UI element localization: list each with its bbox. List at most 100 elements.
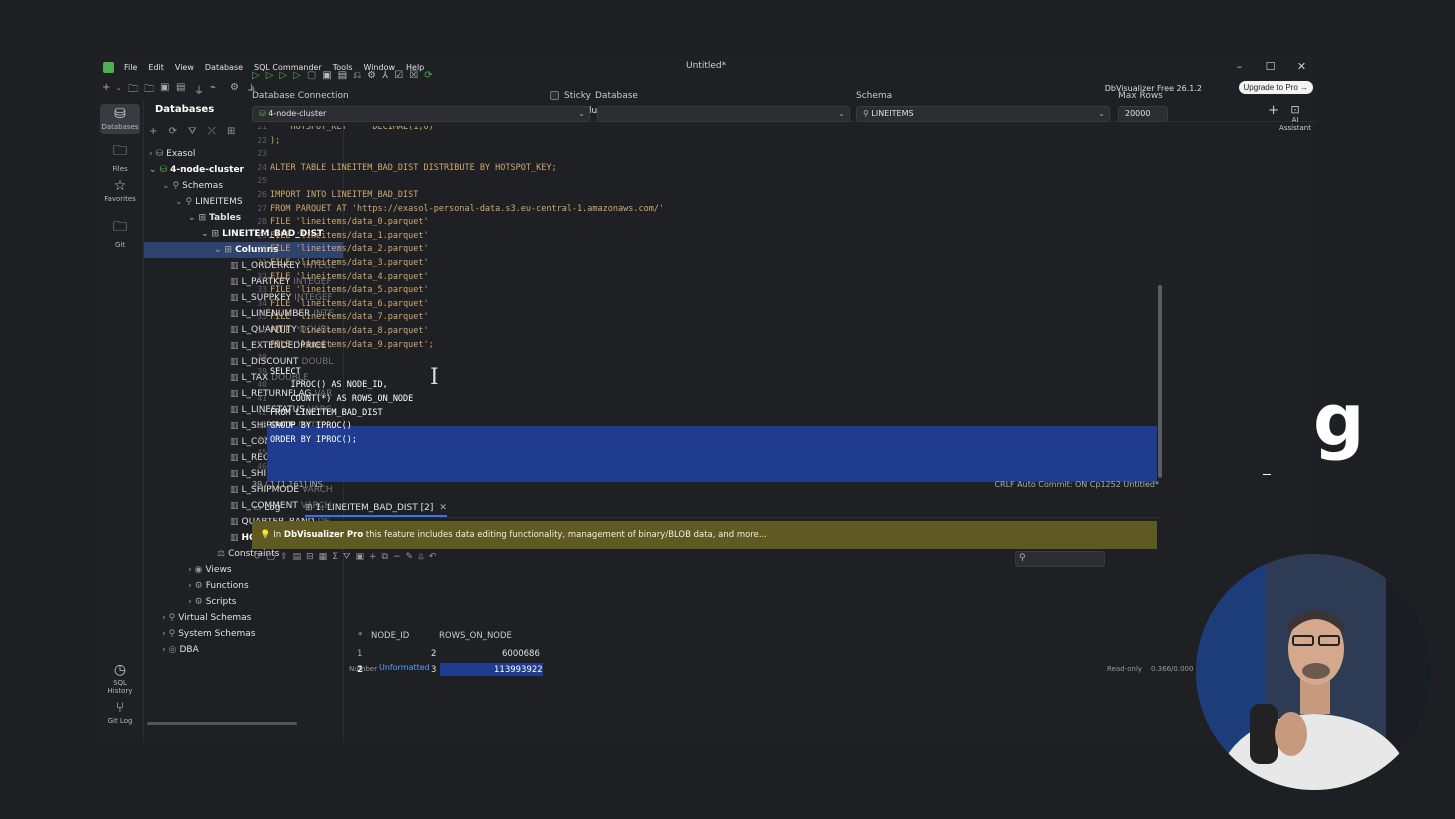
tree-node[interactable]: › ⚲ Virtual Schemas	[162, 610, 254, 626]
chevron-icon[interactable]: ›	[162, 629, 166, 639]
minimize-icon[interactable]: –	[1224, 56, 1255, 78]
connect-icon[interactable]: ⏚	[194, 82, 204, 97]
sql-editor[interactable]: 21 HOTSPOT_KEY DECIMAL(1,0) 22); 23 24 ALTER…	[249, 126, 1159, 482]
tree-node[interactable]: ⌄ ⚲ Schemas	[162, 178, 226, 194]
open-folder-icon[interactable]: 🗀	[128, 82, 138, 99]
code-line[interactable]: ORDER BY IPROC();	[270, 435, 357, 445]
chevron-icon[interactable]: ›	[188, 565, 192, 575]
collapse-icon[interactable]: ⤫	[208, 126, 220, 137]
execute-explain-icon[interactable]: ▷	[293, 70, 307, 81]
format-icon[interactable]: ⎌	[353, 70, 367, 81]
save-icon[interactable]: ▣	[160, 82, 169, 93]
disconnect-icon[interactable]: ⌁	[210, 82, 216, 93]
cancel-icon[interactable]: ☒	[409, 70, 424, 81]
code-line[interactable]: FILE 'lineitems/data_2.parquet'	[270, 244, 429, 254]
load-icon[interactable]: ▤	[338, 70, 353, 81]
code-line[interactable]: FROM PARQUET AT 'https://exasol-personal…	[270, 204, 664, 214]
undo-icon[interactable]: ↶	[429, 552, 442, 562]
results-search-input[interactable]: ⚲	[1015, 551, 1105, 567]
code-line[interactable]: FILE 'lineitems/data_3.parquet'	[270, 258, 429, 268]
sidebar-item-databases[interactable]: ⛁ Databases	[100, 104, 140, 134]
check-icon[interactable]: ☑	[394, 70, 409, 81]
cell-node-id[interactable]: 2	[431, 649, 436, 659]
refresh-icon[interactable]: ⟳	[254, 552, 267, 562]
menu-item[interactable]: File	[124, 63, 137, 72]
code-line[interactable]: FILE 'lineitems/data_9.parquet';	[270, 340, 434, 350]
maximize-icon[interactable]: ☐	[1255, 56, 1286, 78]
vertical-scrollbar[interactable]	[1158, 285, 1162, 478]
horizontal-scrollbar[interactable]	[147, 722, 297, 725]
code-line[interactable]: FILE 'lineitems/data_6.parquet'	[270, 299, 429, 309]
document-icon[interactable]: ▤	[293, 552, 307, 562]
edit-icon[interactable]: ✎	[405, 552, 418, 562]
copy-icon[interactable]: ⧉	[382, 552, 393, 562]
code-line[interactable]: SELECT	[270, 367, 301, 377]
db-connection-select[interactable]: ⛁ 4-node-cluster ⌄	[252, 106, 590, 122]
tree-node[interactable]: › ⚲ System Schemas	[162, 626, 259, 642]
refresh-icon[interactable]: ⟳	[424, 70, 438, 81]
tab-log[interactable]: ▭ Log	[253, 503, 280, 513]
save-icon[interactable]: ▣	[322, 70, 337, 81]
sidebar-item-favorites[interactable]: ☆ Favorites	[100, 178, 140, 203]
tree-node[interactable]: › ◎ DBA	[162, 642, 202, 658]
tree-node[interactable]: › ⛁ Exasol	[149, 146, 198, 162]
remove-icon[interactable]: −	[393, 552, 406, 562]
grid-icon[interactable]: ⊟	[306, 552, 319, 562]
sidebar-item-git-log[interactable]: ⑂ Git Log	[100, 700, 140, 725]
chevron-icon[interactable]: ⌄	[175, 197, 183, 207]
chevron-icon[interactable]: ⌄	[188, 213, 196, 223]
tree-node[interactable]: › ⚙ Scripts	[188, 594, 239, 610]
code-line[interactable]: FILE 'lineitems/data_1.parquet'	[270, 231, 429, 241]
execute-current-icon[interactable]: ▷	[266, 70, 280, 81]
add-row-icon[interactable]: +	[369, 552, 382, 562]
add-icon[interactable]: +	[102, 82, 110, 93]
upgrade-button[interactable]: Upgrade to Pro →	[1238, 81, 1313, 94]
chevron-icon[interactable]: ⌄	[201, 229, 209, 239]
menu-item[interactable]: View	[175, 63, 194, 72]
sidebar-item-sql-history[interactable]: ◷ SQL History	[100, 662, 140, 695]
code-line[interactable]: HOTSPOT_KEY DECIMAL(1,0)	[270, 126, 433, 132]
sidebar-item-files[interactable]: 🗀 Files	[100, 140, 140, 173]
sum-icon[interactable]: Σ	[332, 552, 343, 562]
code-line[interactable]: );	[270, 136, 280, 146]
schema-select[interactable]: ⚲ LINEITEMS ⌄	[856, 106, 1110, 122]
cell-rows-on-node[interactable]: 6000686	[502, 649, 540, 659]
code-line[interactable]: COUNT(*) AS ROWS_ON_NODE	[270, 394, 413, 404]
code-line[interactable]: FILE 'lineitems/data_0.parquet'	[270, 217, 429, 227]
export-icon[interactable]: ⇪	[280, 552, 293, 562]
chevron-icon[interactable]: ⌄	[149, 165, 157, 175]
code-line[interactable]: FILE 'lineitems/data_4.parquet'	[270, 272, 429, 282]
tab-result[interactable]: ⊞ 1: LINEITEM_BAD_DIST [2] ✕	[305, 503, 447, 517]
code-line[interactable]: FILE 'lineitems/data_7.parquet'	[270, 312, 429, 322]
chevron-icon[interactable]: ⌄	[162, 181, 170, 191]
tree-node[interactable]: › ⚙ Functions	[188, 578, 252, 594]
chevron-icon[interactable]: ›	[162, 613, 166, 623]
settings-icon[interactable]: ⚙	[230, 82, 239, 93]
menu-item[interactable]: Edit	[148, 63, 164, 72]
close-icon[interactable]: ✕	[439, 503, 447, 513]
save-icon[interactable]: ▣	[355, 552, 369, 562]
chevron-icon[interactable]: ›	[188, 597, 192, 607]
tree-node[interactable]: ⌄ ⛁ 4-node-cluster	[149, 162, 247, 178]
database-select[interactable]: ⌄	[597, 106, 850, 122]
code-line[interactable]: FILE 'lineitems/data_5.parquet'	[270, 285, 429, 295]
chevron-down-icon[interactable]: ⌄	[116, 84, 122, 92]
execute-buffer-icon[interactable]: ▷	[279, 70, 293, 81]
new-icon[interactable]: ⊞	[227, 126, 239, 137]
add-icon[interactable]: +	[149, 126, 161, 137]
sticky-checkbox[interactable]	[550, 91, 559, 100]
commit-icon[interactable]: ⅄	[382, 70, 394, 81]
tree-node[interactable]: ⌄ ⚲ LINEITEMS	[175, 194, 246, 210]
refresh-icon[interactable]: ⟳	[169, 126, 181, 137]
sidebar-item-git[interactable]: 🗀 Git	[100, 216, 140, 249]
chevron-icon[interactable]: ›	[162, 645, 166, 655]
grid-header-rows-on-node[interactable]: ROWS_ON_NODE	[439, 631, 512, 641]
code-line[interactable]: ALTER TABLE LINEITEM_BAD_DIST DISTRIBUTE…	[270, 163, 557, 173]
code-line[interactable]: GROUP BY IPROC()	[270, 421, 352, 431]
max-rows-input[interactable]: 20000	[1118, 106, 1168, 122]
save-all-icon[interactable]: ▤	[176, 82, 185, 93]
chevron-icon[interactable]: ›	[149, 149, 153, 159]
stop-icon[interactable]: ▢	[307, 70, 322, 81]
text-icon[interactable]: ▦	[319, 552, 333, 562]
folder-icon[interactable]: 🗀	[144, 82, 154, 99]
